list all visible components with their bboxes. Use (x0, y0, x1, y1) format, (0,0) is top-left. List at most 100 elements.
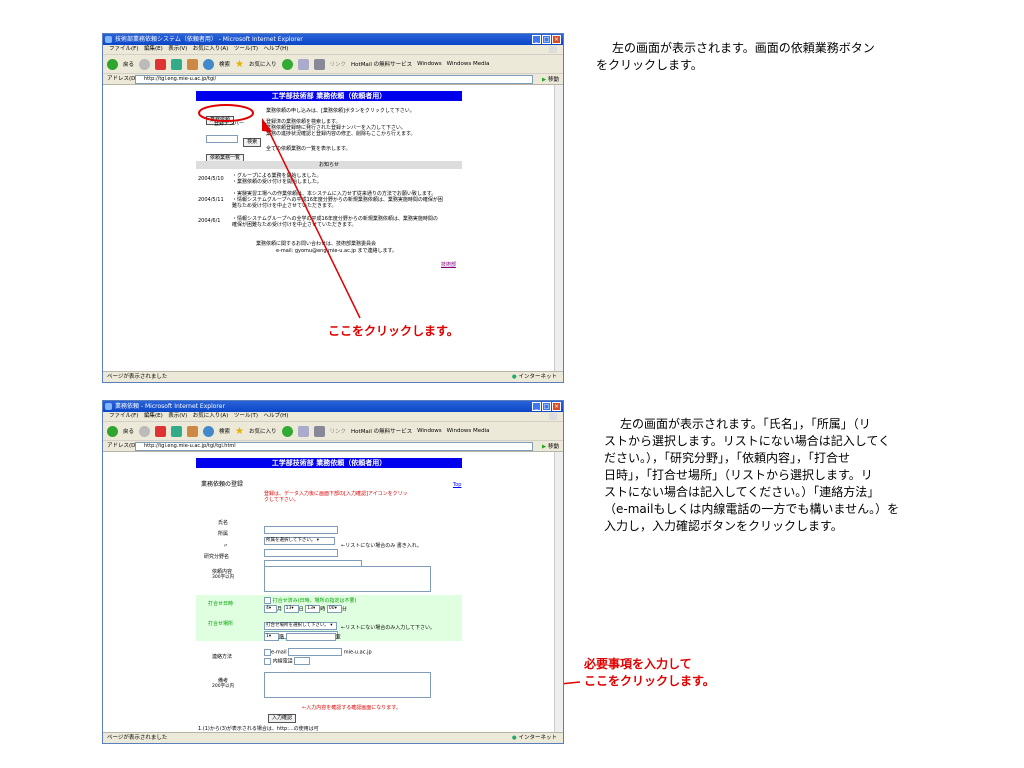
favorites-icon[interactable]: ★ (235, 59, 244, 70)
mail-icon[interactable] (297, 425, 309, 437)
email-input[interactable] (288, 648, 343, 656)
day-select[interactable]: 13▾ (283, 605, 299, 613)
bottom-note-line-1: 左の画面が表示されます。「氏名」，「所属」（リ (620, 417, 871, 431)
page-body: 工学部技術部 業務依頼（依頼者用） 業務依頼 業務依頼の申し込みは、[業務依頼]… (196, 91, 462, 268)
favorites-icon[interactable]: ★ (235, 426, 244, 437)
hotmail-link[interactable]: HotMail の無料サービス (351, 427, 412, 435)
bottom-note-line-6: （e-mailもしくは内線電話の一方でも構いません。）を (604, 502, 900, 516)
windows-media-link[interactable]: Windows Media (447, 61, 490, 67)
month-select[interactable]: 4▾ (264, 605, 277, 613)
go-button[interactable]: ▶ 移動 (542, 75, 559, 85)
bottom-callout: 必要事項を入力して ここをクリックします。 (584, 656, 715, 690)
go-icon[interactable]: ▶ (542, 444, 546, 450)
bottom-callout-line-1: 必要事項を入力して (584, 657, 692, 671)
refresh-icon[interactable] (171, 425, 183, 437)
phone-checkbox[interactable] (264, 657, 271, 665)
notice-header: お知らせ (196, 161, 462, 169)
phone-input[interactable] (294, 657, 311, 665)
forward-icon[interactable] (139, 425, 151, 437)
zone-label: インターネット (518, 374, 557, 380)
hour-select[interactable]: 13▾ (305, 605, 321, 613)
mail-icon[interactable] (297, 58, 309, 70)
instruction-2: クして下さい。 (264, 497, 299, 503)
favorites-label[interactable]: お気に入り (249, 427, 277, 435)
minimize-button[interactable]: _ (532, 402, 541, 411)
close-button[interactable]: × (552, 35, 561, 44)
maximize-button[interactable]: □ (542, 402, 551, 411)
done-checkbox[interactable] (264, 597, 271, 604)
links-label[interactable]: リンク (330, 427, 347, 435)
minimize-button[interactable]: _ (532, 35, 541, 44)
windows-link[interactable]: Windows (417, 428, 442, 434)
menu-items[interactable]: ファイル(F) 編集(E) 表示(V) お気に入り(A) ツール(T) ヘルプ(… (109, 413, 288, 419)
address-field[interactable]: http://tgi.eng.mie-u.ac.jp/tgi/tgi.html (135, 442, 533, 451)
footer-link[interactable]: 技術部 (441, 262, 456, 268)
ie-logo-icon (105, 403, 112, 410)
reg-number-input[interactable] (206, 134, 238, 143)
zone-label: インターネット (518, 735, 557, 741)
notice-date-1: 2004/5/10 (198, 176, 224, 182)
room-input[interactable] (285, 633, 336, 641)
month-unit: 月 (277, 606, 283, 613)
remarks-textarea[interactable] (264, 672, 431, 698)
minute-unit: 分 (341, 606, 347, 613)
stop-icon[interactable] (155, 58, 167, 70)
back-icon[interactable] (107, 425, 118, 437)
request-desc: 業務依頼の申し込みは、[業務依頼]ボタンをクリックして下さい。 (266, 108, 415, 114)
search-button[interactable]: 検索 (243, 138, 262, 147)
confirm-button[interactable]: 入力確認 (268, 714, 297, 723)
notice-2-line-3: 難なため受け付けを中止させていただきます。 (232, 203, 337, 209)
section-title: 業務依頼の登録 (201, 481, 244, 488)
search-label[interactable]: 検索 (219, 427, 230, 435)
top-link[interactable]: Top (453, 482, 461, 488)
scrollbar[interactable] (554, 85, 563, 372)
bottom-note-line-5: ストにない場合は記入してください。）「連絡方法」 (604, 485, 880, 499)
favorites-label[interactable]: お気に入り (249, 60, 277, 68)
search-label[interactable]: 検索 (219, 60, 230, 68)
email-checkbox[interactable] (264, 648, 271, 656)
forward-icon[interactable] (139, 58, 151, 70)
windows-media-link[interactable]: Windows Media (447, 428, 490, 434)
page-content: 工学部技術部 業務依頼（依頼者用） 業務依頼の登録 Top 登録は、データ入力後… (103, 452, 563, 733)
close-button[interactable]: × (552, 402, 561, 411)
window-title: 業務依頼 - Microsoft Internet Explorer (115, 403, 225, 410)
floor-select[interactable]: 1▾ (264, 633, 279, 641)
top-note-line-1: 左の画面が表示されます。画面の依頼業務ボタン (612, 41, 875, 55)
email-label: e-mail (271, 649, 287, 656)
search-icon[interactable] (203, 58, 215, 70)
content-textarea[interactable] (264, 566, 431, 592)
contact-line-2[interactable]: e-mail: gyomu@eng.mie-u.ac.jp まで連絡します。 (276, 248, 397, 254)
scrollbar[interactable] (554, 452, 563, 733)
windows-link[interactable]: Windows (417, 61, 442, 67)
menu-bar[interactable]: ファイル(F) 編集(E) 表示(V) お気に入り(A) ツール(T) ヘルプ(… (103, 412, 563, 422)
bottom-note-line-3: ださい。），「研究分野」，「依頼内容」，「打合せ (604, 451, 851, 465)
place-label: 打合せ場所 (208, 621, 234, 627)
minute-select[interactable]: 00▾ (326, 605, 342, 613)
print-icon[interactable] (313, 58, 325, 70)
go-button[interactable]: ▶ 移動 (542, 442, 559, 452)
menu-items[interactable]: ファイル(F) 編集(E) 表示(V) お気に入り(A) ツール(T) ヘルプ(… (109, 46, 288, 52)
history-icon[interactable] (281, 58, 293, 70)
back-label[interactable]: 戻る (123, 60, 134, 68)
stop-icon[interactable] (155, 425, 167, 437)
search-icon[interactable] (203, 425, 215, 437)
address-bar: アドレス(D) http://tgi.eng.mie-u.ac.jp/tgi/ … (103, 74, 563, 85)
bottom-note: 左の画面が表示されます。「氏名」，「所属」（リ ストから選択します。リストにない… (604, 416, 976, 535)
address-bar: アドレス(D) http://tgi.eng.mie-u.ac.jp/tgi/t… (103, 441, 563, 452)
history-icon[interactable] (281, 425, 293, 437)
home-icon[interactable] (187, 58, 199, 70)
hotmail-link[interactable]: HotMail の無料サービス (351, 60, 412, 68)
print-icon[interactable] (313, 425, 325, 437)
refresh-icon[interactable] (171, 58, 183, 70)
ie-logo-icon (105, 36, 112, 43)
home-icon[interactable] (187, 425, 199, 437)
menu-bar[interactable]: ファイル(F) 編集(E) 表示(V) お気に入り(A) ツール(T) ヘルプ(… (103, 45, 563, 55)
go-icon[interactable]: ▶ (542, 77, 546, 83)
place-hint: ←リストにない場合のみ入力して下さい。 (341, 625, 436, 631)
address-field[interactable]: http://tgi.eng.mie-u.ac.jp/tgi/ (135, 75, 533, 84)
back-label[interactable]: 戻る (123, 427, 134, 435)
maximize-button[interactable]: □ (542, 35, 551, 44)
list-desc: 全ての依頼業務の一覧を表示します。 (266, 146, 351, 152)
back-icon[interactable] (107, 58, 118, 70)
links-label[interactable]: リンク (330, 60, 347, 68)
